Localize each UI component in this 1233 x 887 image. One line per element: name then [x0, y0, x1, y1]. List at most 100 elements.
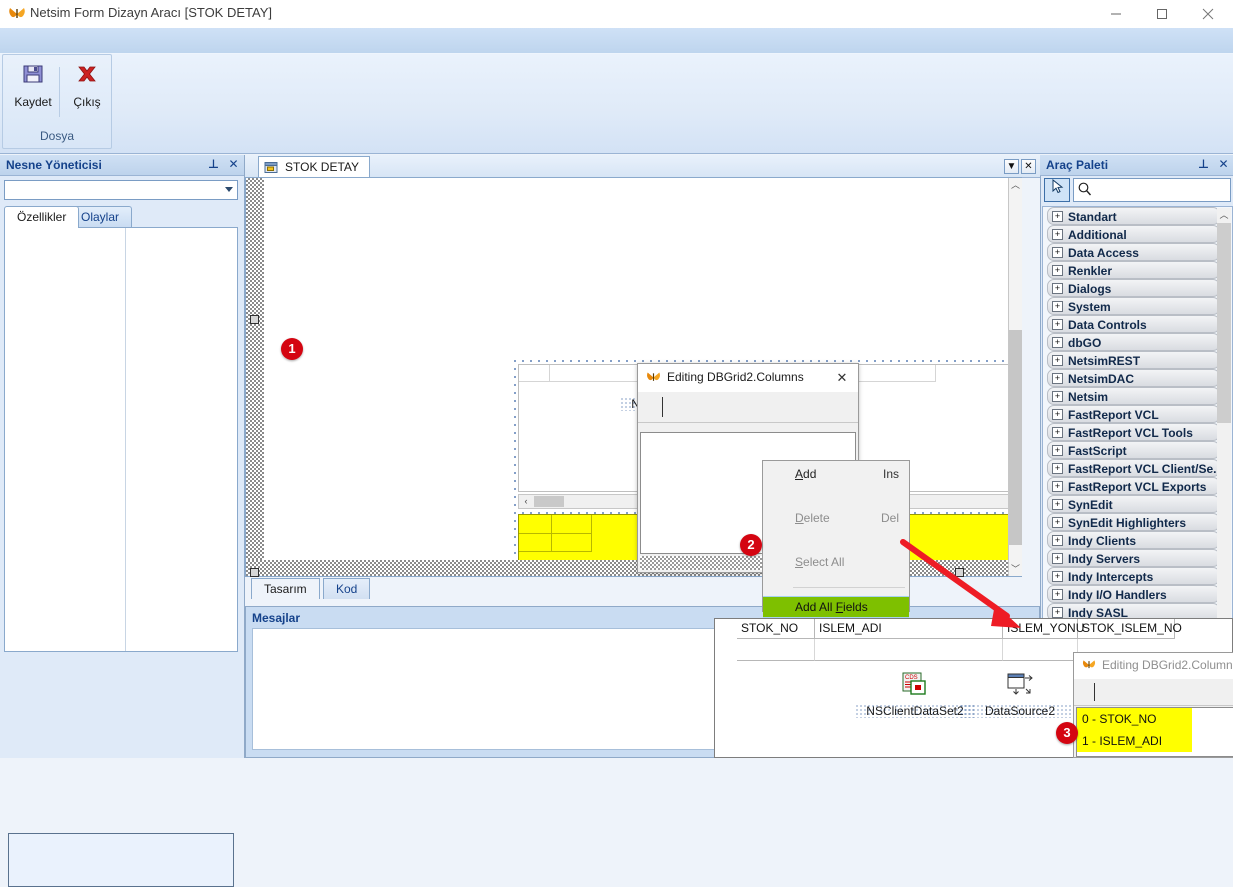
scroll-left-arrow-icon[interactable]: ‹ — [519, 495, 533, 508]
context-menu[interactable]: Add Ins Delete Del Select All Add All Fi… — [762, 460, 910, 718]
tab-tasarim[interactable]: Tasarım — [251, 578, 320, 599]
scroll-down-arrow-icon[interactable]: ﹀ — [1009, 562, 1022, 576]
palette-category-synedit[interactable]: + SynEdit — [1047, 495, 1220, 513]
expand-icon[interactable]: + — [1052, 607, 1063, 618]
minimize-button[interactable] — [1093, 0, 1139, 28]
expand-icon[interactable]: + — [1052, 481, 1063, 492]
tab-ozellikler[interactable]: Özellikler — [4, 206, 80, 228]
text-caret — [1094, 683, 1095, 701]
palette-category-renkler[interactable]: + Renkler — [1047, 261, 1220, 279]
palette-category-netsim[interactable]: + Netsim — [1047, 387, 1220, 405]
selection-handle[interactable] — [250, 315, 259, 324]
expand-icon[interactable]: + — [1052, 355, 1063, 366]
property-grid[interactable] — [4, 227, 238, 652]
scrollbar-thumb[interactable] — [534, 496, 564, 507]
dialog-close-button[interactable]: ✕ — [830, 368, 854, 388]
expand-icon[interactable]: + — [1052, 589, 1063, 600]
palette-category-indy-i-o-handlers[interactable]: + Indy I/O Handlers — [1047, 585, 1220, 603]
expand-icon[interactable]: + — [1052, 229, 1063, 240]
dialog-editing-dbgrid2-columns-2[interactable]: Editing DBGrid2.Columns 0 - STOK_NO 1 - … — [1073, 652, 1233, 758]
expand-icon[interactable]: + — [1052, 499, 1063, 510]
component-nsclientdataset2-overlay[interactable]: CDS NSClientDataSet2 — [855, 671, 975, 718]
pin-icon[interactable]: ⊥ — [1196, 157, 1211, 172]
expand-icon[interactable]: + — [1052, 571, 1063, 582]
expand-icon[interactable]: + — [1052, 517, 1063, 528]
expand-icon[interactable]: + — [1052, 247, 1063, 258]
annotation-badge-3: 3 — [1056, 722, 1078, 744]
tab-close-button[interactable]: ✕ — [1021, 159, 1036, 174]
palette-category-system[interactable]: + System — [1047, 297, 1220, 315]
tab-kod[interactable]: Kod — [323, 578, 371, 599]
list-item[interactable]: 0 - STOK_NO — [1077, 708, 1192, 730]
expand-icon[interactable]: + — [1052, 265, 1063, 276]
overlay-col-islem-yonu[interactable]: ISLEM_YONU — [1003, 619, 1084, 639]
palette-category-indy-servers[interactable]: + Indy Servers — [1047, 549, 1220, 567]
overlay-col-islem-adi[interactable]: ISLEM_ADI — [815, 619, 1003, 639]
palette-category-netsimdac[interactable]: + NetsimDAC — [1047, 369, 1220, 387]
menu-item-add[interactable]: Add Ins — [763, 463, 909, 485]
palette-category-netsimrest[interactable]: + NetsimREST — [1047, 351, 1220, 369]
palette-category-synedit-highlighters[interactable]: + SynEdit Highlighters — [1047, 513, 1220, 531]
expand-icon[interactable]: + — [1052, 391, 1063, 402]
palette-category-dialogs[interactable]: + Dialogs — [1047, 279, 1220, 297]
palette-category-fastreport-vcl-client-se[interactable]: + FastReport VCL Client/Se... — [1047, 459, 1223, 477]
menu-item-select-all[interactable]: Select All — [763, 551, 909, 573]
scroll-up-arrow-icon[interactable]: ︿ — [1217, 208, 1231, 222]
object-selector-combo[interactable] — [4, 180, 238, 200]
document-tab-stok-detay[interactable]: STOK DETAY — [258, 156, 371, 178]
expand-icon[interactable]: + — [1052, 373, 1063, 384]
scroll-up-arrow-icon[interactable]: ︿ — [1009, 178, 1022, 192]
scrollbar-thumb[interactable] — [1217, 223, 1231, 423]
arrow-pointer-icon[interactable] — [1044, 178, 1070, 202]
expand-icon[interactable]: + — [1052, 463, 1063, 474]
overlay-col-stok-no[interactable]: STOK_NO — [737, 619, 815, 639]
expand-icon[interactable]: + — [1052, 301, 1063, 312]
palette-category-standart[interactable]: + Standart — [1047, 207, 1220, 225]
expand-icon[interactable]: + — [1052, 319, 1063, 330]
palette-category-fastreport-vcl[interactable]: + FastReport VCL — [1047, 405, 1220, 423]
expand-icon[interactable]: + — [1052, 445, 1063, 456]
palette-category-indy-clients[interactable]: + Indy Clients — [1047, 531, 1220, 549]
palette-search-input[interactable] — [1073, 178, 1231, 202]
scrollbar-thumb[interactable] — [1009, 330, 1022, 545]
palette-category-fastreport-vcl-exports[interactable]: + FastReport VCL Exports — [1047, 477, 1220, 495]
selection-handle[interactable] — [250, 568, 259, 577]
palette-scrollbar[interactable]: ︿ — [1217, 208, 1231, 622]
palette-category-additional[interactable]: + Additional — [1047, 225, 1220, 243]
expand-icon[interactable]: + — [1052, 283, 1063, 294]
tab-list-dropdown-button[interactable]: ▼ — [1004, 159, 1019, 174]
close-icon[interactable]: ✕ — [1216, 157, 1231, 172]
expand-icon[interactable]: + — [1052, 535, 1063, 546]
palette-category-fastreport-vcl-tools[interactable]: + FastReport VCL Tools — [1047, 423, 1220, 441]
columns-list-2[interactable]: 0 - STOK_NO 1 - ISLEM_ADI — [1076, 707, 1233, 757]
designer-vertical-scrollbar[interactable]: ︿ ﹀ — [1008, 178, 1022, 576]
tool-palette-category-list[interactable]: + Standart + Additional + Data Access + Renkler… — [1042, 206, 1233, 624]
component-datasource2-overlay[interactable]: DataSource2 — [960, 671, 1080, 718]
expand-icon[interactable]: + — [1052, 427, 1063, 438]
palette-category-fastscript[interactable]: + FastScript — [1047, 441, 1220, 459]
save-button[interactable]: Kaydet — [9, 61, 57, 125]
expand-icon[interactable]: + — [1052, 337, 1063, 348]
svg-text:CDS: CDS — [905, 675, 918, 681]
menu-item-add-all-fields[interactable]: Add All Fields — [763, 596, 909, 618]
dialog2-toolbar[interactable] — [1074, 679, 1233, 706]
exit-button[interactable]: Çıkış — [63, 61, 111, 125]
close-button[interactable] — [1185, 0, 1231, 28]
selection-handle[interactable] — [955, 568, 964, 577]
palette-category-data-access[interactable]: + Data Access — [1047, 243, 1220, 261]
expand-icon[interactable]: + — [1052, 211, 1063, 222]
palette-category-dbgo[interactable]: + dbGO — [1047, 333, 1220, 351]
expand-icon[interactable]: + — [1052, 553, 1063, 564]
palette-category-indy-intercepts[interactable]: + Indy Intercepts — [1047, 567, 1220, 585]
menu-item-delete[interactable]: Delete Del — [763, 507, 909, 529]
expand-icon[interactable]: + — [1052, 409, 1063, 420]
palette-category-label: FastReport VCL Exports — [1068, 480, 1207, 494]
overlay-col-stok-islem-no[interactable]: STOK_ISLEM_NO — [1078, 619, 1182, 639]
property-grid-splitter[interactable] — [125, 228, 126, 651]
pin-icon[interactable]: ⊥ — [206, 157, 221, 172]
list-item[interactable]: 1 - ISLEM_ADI — [1077, 730, 1192, 752]
close-icon[interactable]: ✕ — [226, 157, 241, 172]
maximize-button[interactable] — [1139, 0, 1185, 28]
palette-category-data-controls[interactable]: + Data Controls — [1047, 315, 1220, 333]
dialog-toolbar[interactable] — [638, 392, 858, 423]
